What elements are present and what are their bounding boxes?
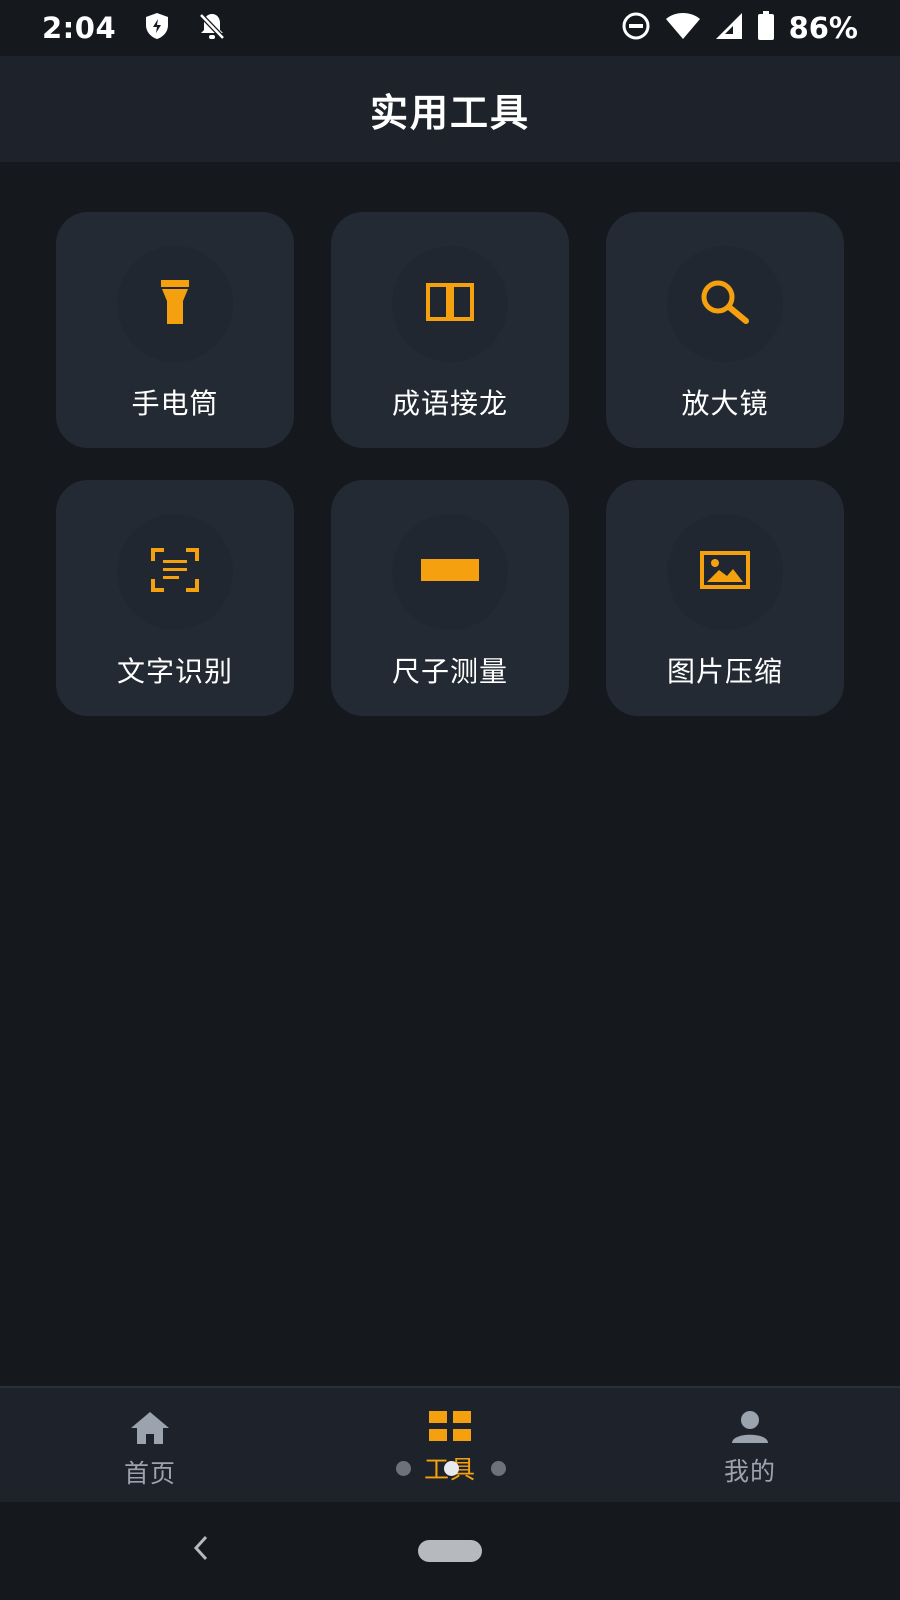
tool-icon-background [667,246,783,362]
page-dot [491,1460,506,1476]
tool-label: 图片压缩 [666,655,783,688]
status-left: 2:04 [42,11,226,45]
nav-label: 我的 [723,1457,776,1486]
page-dot-active [443,1460,459,1476]
tool-icon-background [392,246,508,362]
tool-card-ruler[interactable]: 尺子测量 [331,480,569,716]
home-icon [129,1410,171,1450]
wifi-icon [665,12,701,44]
nav-item-profile[interactable]: 我的 [600,1388,900,1502]
battery-icon [757,11,775,45]
tool-label: 放大镜 [681,387,769,420]
tool-label: 尺子测量 [391,655,508,688]
page-indicator [396,1460,506,1476]
flashlight-icon [159,278,191,330]
tool-icon-background [117,246,233,362]
bottom-nav: 首页 工具 我的 [0,1386,900,1502]
tool-card-image-compress[interactable]: 图片压缩 [606,480,844,716]
magnifier-icon [699,279,751,329]
status-time: 2:04 [42,11,117,45]
tool-label: 手电筒 [131,387,219,420]
system-back-button[interactable] [186,1532,216,1568]
tool-icon-background [117,514,233,630]
image-icon [700,551,750,593]
status-bar: 2:04 86% [0,0,900,56]
nav-item-tools[interactable]: 工具 [300,1388,600,1502]
nav-item-home[interactable]: 首页 [0,1388,300,1502]
do-not-disturb-icon [621,11,651,45]
battery-percentage: 86% [788,11,858,45]
system-home-pill[interactable] [418,1540,482,1562]
tool-icon-background [667,514,783,630]
tool-card-text-recognition[interactable]: 文字识别 [56,480,294,716]
shield-icon [144,12,170,44]
notifications-off-icon [198,11,226,45]
page-dot [396,1460,411,1476]
ruler-icon [420,558,480,586]
app-header: 实用工具 [0,56,900,162]
tool-card-magnifier[interactable]: 放大镜 [606,212,844,448]
tool-label: 文字识别 [116,655,233,688]
page-title: 实用工具 [369,90,530,135]
grid-icon [428,1410,472,1446]
cell-signal-icon [715,12,743,44]
tool-grid: 手电筒 成语接龙 放大镜 文字识别 尺子测量 图片压缩 [56,212,846,716]
book-icon [425,282,475,326]
tool-card-idiom-chain[interactable]: 成语接龙 [331,212,569,448]
status-right: 86% [621,11,858,45]
person-icon [730,1410,770,1448]
nav-label: 首页 [123,1459,176,1488]
tool-label: 成语接龙 [391,387,508,420]
tool-card-flashlight[interactable]: 手电筒 [56,212,294,448]
tool-icon-background [392,514,508,630]
chevron-left-icon [193,1535,209,1565]
text-scan-icon [150,547,200,597]
system-nav-bar [0,1502,900,1600]
